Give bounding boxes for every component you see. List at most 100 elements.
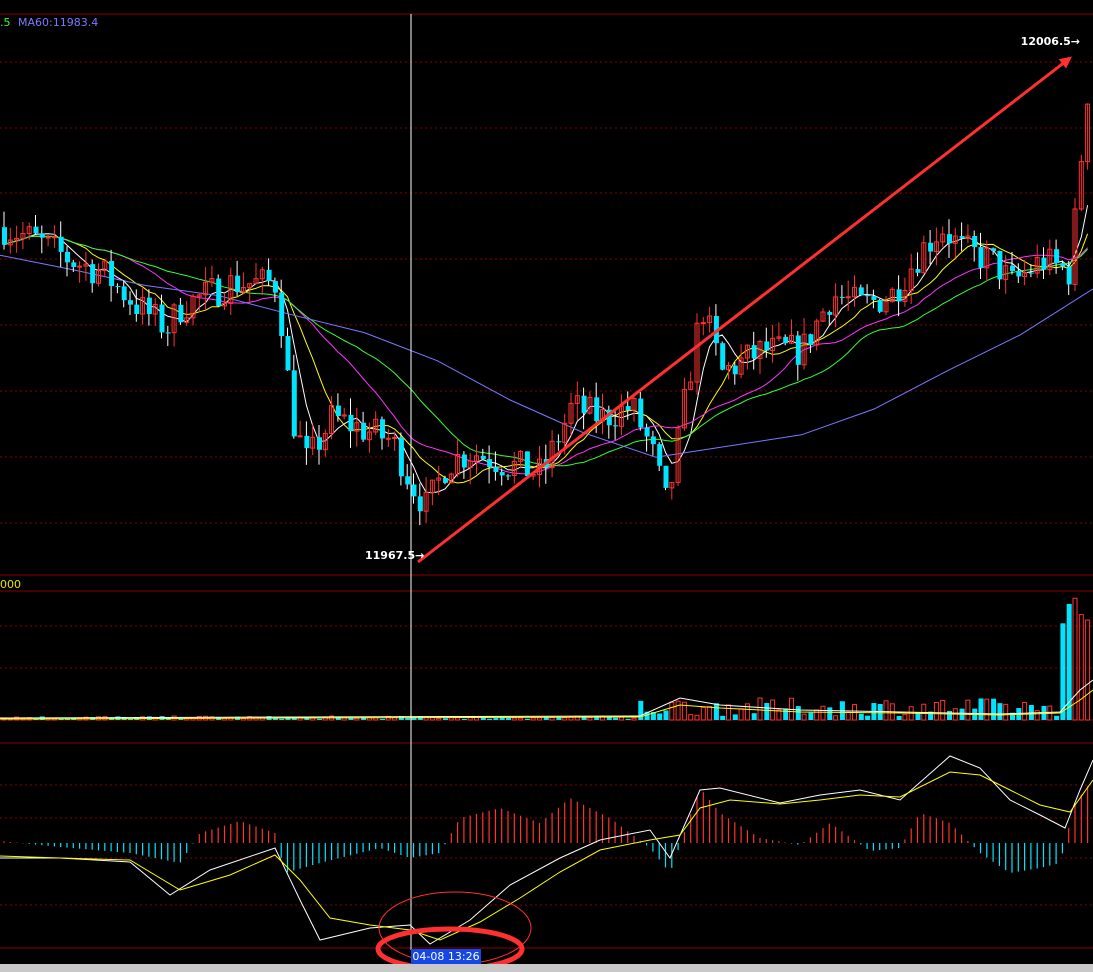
volume-bar [902, 713, 908, 721]
candle-down [732, 365, 738, 375]
volume-bar [770, 699, 776, 721]
candle-down [978, 247, 984, 268]
volume-bar [178, 718, 184, 720]
candle-down [877, 299, 883, 312]
low-price-label: 11967.5→ [365, 549, 425, 562]
candle-down [1028, 272, 1034, 274]
volume-bar [991, 698, 997, 720]
candle-down [121, 286, 127, 301]
candle-down [896, 289, 902, 302]
candle-down [90, 264, 96, 284]
candle-down [1066, 266, 1072, 285]
volume-bar [631, 717, 637, 721]
candle-down [405, 476, 411, 485]
volume-bar [707, 706, 713, 721]
macd-dif-line [0, 755, 1093, 945]
volume-bar [713, 703, 719, 720]
candle-down [65, 251, 70, 263]
volume-bar [827, 707, 833, 720]
candle-down [1016, 270, 1022, 277]
candle-down [109, 260, 115, 287]
volume-bar [764, 703, 770, 720]
volume-bar [279, 718, 285, 720]
candle-down [115, 286, 121, 288]
candle-down [839, 296, 845, 298]
volume-bar [720, 715, 726, 720]
volume-bar [556, 717, 562, 720]
candle-down [417, 496, 423, 512]
candle-down [865, 295, 871, 297]
candle-down [650, 436, 656, 445]
candle-down [524, 451, 530, 477]
candle-down [1041, 257, 1047, 270]
candle-down [216, 278, 222, 306]
volume-bar [1085, 619, 1091, 721]
candle-down [751, 345, 757, 359]
volume-bar [751, 713, 757, 720]
volume-bar [883, 700, 889, 721]
candle-down [764, 341, 770, 351]
volume-bar [184, 718, 190, 721]
candle-down [858, 287, 864, 296]
candle-down [915, 269, 921, 273]
candle-down [380, 419, 385, 439]
candle-up [392, 437, 398, 440]
candle-down [165, 332, 171, 334]
volume-bar [694, 714, 700, 721]
candle-down [928, 242, 934, 252]
candle-down [594, 397, 600, 422]
candle-down [493, 467, 499, 473]
volume-bar [625, 718, 631, 720]
volume-bar [511, 717, 517, 721]
volume-bar [487, 718, 493, 720]
volume-bar [317, 718, 322, 720]
candle-down [279, 292, 285, 337]
candle-down [947, 234, 952, 244]
candle-down [506, 475, 511, 477]
volume-bar [783, 708, 789, 720]
ma20-line [3, 235, 1088, 475]
volume-bar [613, 717, 619, 720]
candle-down [1060, 263, 1066, 267]
candle-down [266, 269, 272, 282]
candle-down [235, 275, 241, 293]
scrollbar[interactable] [0, 964, 1093, 972]
candle-up [51, 236, 57, 239]
ma30-line [3, 235, 1088, 467]
volume-bar [354, 717, 360, 721]
trend-arrow [417, 56, 1072, 564]
volume-bar [795, 706, 801, 720]
volume-bar [865, 715, 871, 720]
candle-down [348, 414, 354, 432]
volume-bar [443, 718, 448, 720]
volume-bar [549, 716, 555, 721]
chart-canvas [0, 13, 1093, 972]
candle-down [808, 334, 814, 346]
volume-bar [436, 717, 442, 721]
candle-down [959, 236, 965, 239]
candle-down [795, 335, 801, 365]
volume-bar [700, 706, 706, 721]
volume-bar [833, 715, 839, 721]
volume-bar [738, 708, 744, 721]
candle-up [385, 437, 391, 440]
candle-down [972, 235, 978, 248]
volume-bar [688, 714, 694, 721]
candle-down [480, 455, 486, 460]
candle-down [58, 236, 64, 252]
candle-down [304, 435, 310, 449]
candle-down [2, 227, 7, 245]
high-price-label: 12006.5→ [1020, 35, 1080, 48]
volume-bars [0, 597, 1093, 721]
candle-down [1054, 249, 1060, 264]
candle-down [134, 304, 140, 315]
candle-down [71, 262, 77, 267]
macd-dea-line [0, 771, 1093, 941]
candle-down [361, 422, 367, 440]
volume-bar [858, 713, 864, 720]
candle-down [997, 251, 1003, 280]
candle-down [644, 427, 650, 437]
candle-down [657, 444, 663, 466]
grid-lines [0, 13, 1093, 949]
volume-bar [814, 709, 820, 721]
